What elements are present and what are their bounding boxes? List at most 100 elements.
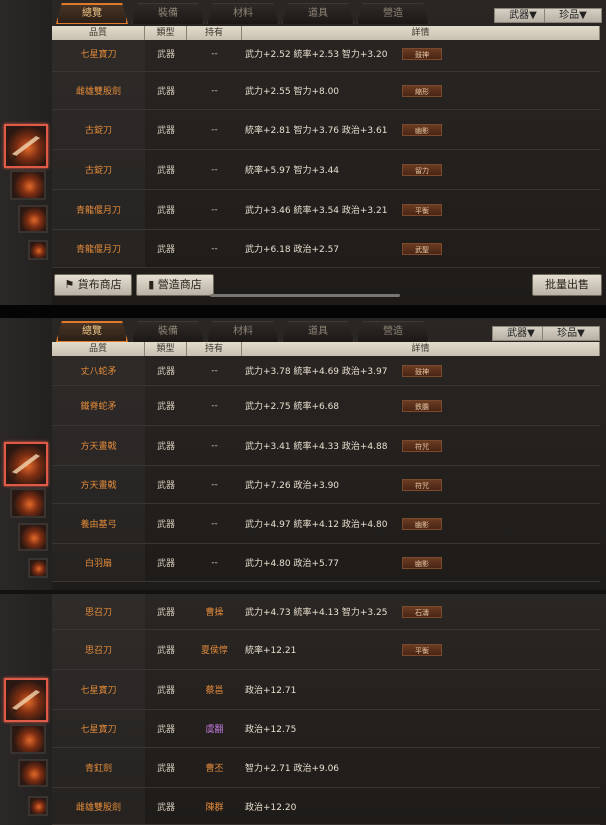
item-stats: 武力+2.52 統率+2.53 智力+3.20	[245, 50, 388, 60]
item-name: 古錠刀	[84, 126, 112, 136]
scrollbar[interactable]	[210, 294, 400, 297]
skill-badge: 鉄膽	[402, 399, 442, 412]
item-stats: 武力+3.78 統率+4.69 政治+3.97	[245, 367, 388, 377]
item-name: 思召刀	[84, 608, 112, 618]
weapon-thumbnail-icon[interactable]	[10, 170, 46, 200]
item-stats: 武力+2.55 智力+8.00	[245, 87, 340, 97]
tab-materials[interactable]: 材料	[207, 3, 279, 24]
item-type: 武器	[156, 520, 175, 530]
item-name: 雌雄雙股劍	[75, 87, 121, 97]
item-type: 武器	[156, 126, 175, 136]
item-type: 武器	[156, 764, 175, 774]
cloth-shop-button[interactable]: ⚑ 貨布商店	[54, 274, 132, 296]
rarity-filter-dropdown[interactable]: 珍品▼	[544, 8, 602, 23]
thumbnail-column	[0, 318, 52, 590]
item-type: 武器	[156, 206, 175, 216]
table-row[interactable]: 七星寶刀 武器 虞翻 政治+12.75	[52, 710, 600, 748]
table-row[interactable]: 雌雄雙股劍 武器 -- 武力+2.55 智力+8.00 縮形	[52, 72, 600, 110]
lantern-icon: ▮	[148, 278, 158, 291]
weapon-thumbnail-icon[interactable]	[18, 759, 48, 787]
table-row[interactable]: 白羽扇 武器 -- 武力+4.80 政治+5.77 幽影	[52, 544, 600, 582]
tab-items[interactable]: 道具	[282, 3, 354, 24]
tab-items[interactable]: 道具	[282, 321, 354, 342]
weapon-thumbnail-icon[interactable]	[18, 523, 48, 551]
item-name: 思召刀	[84, 646, 112, 656]
table-row[interactable]: 七星寶刀 武器 蔡邕 政治+12.71	[52, 670, 600, 710]
skill-badge: 符咒	[402, 478, 442, 491]
inventory-panel-2: 總覽 裝備 材料 道具 營造 武器▼ 珍品▼ 品質 類型 持有 詳情 丈八蛇矛 …	[0, 318, 606, 590]
table-row[interactable]: 思召刀 武器 夏侯惇 統率+12.21 平衡	[52, 630, 600, 670]
skill-badge: 鼓神	[402, 364, 442, 377]
item-stats: 武力+3.46 統率+3.54 政治+3.21	[245, 206, 388, 216]
skill-badge: 幽影	[402, 123, 442, 136]
item-name: 方天畫戟	[80, 442, 117, 452]
construction-shop-button[interactable]: ▮ 營造商店	[136, 274, 214, 296]
weapon-thumbnail-icon[interactable]	[4, 442, 48, 486]
weapon-thumbnail-icon[interactable]	[18, 205, 48, 233]
table-row[interactable]: 思召刀 武器 曹操 武力+4.73 統率+4.13 智力+3.25 石濤	[52, 594, 600, 630]
skill-badge: 縮形	[402, 84, 442, 97]
rarity-filter-dropdown[interactable]: 珍品▼	[542, 326, 600, 341]
tab-equipment[interactable]: 裝備	[132, 3, 204, 24]
tab-materials[interactable]: 材料	[207, 321, 279, 342]
item-owner: --	[211, 124, 218, 135]
weapon-thumbnail-icon[interactable]	[10, 724, 46, 754]
tab-construction[interactable]: 營造	[357, 321, 429, 342]
item-stats: 政治+12.20	[245, 802, 297, 813]
item-owner: 虞翻	[205, 725, 224, 735]
divider	[0, 305, 606, 318]
item-stats: 智力+2.71 政治+9.06	[245, 764, 340, 774]
weapon-thumbnail-icon[interactable]	[28, 796, 48, 816]
item-owner: --	[211, 365, 218, 376]
tab-equipment[interactable]: 裝備	[132, 321, 204, 342]
item-name: 青龍偃月刀	[75, 206, 121, 216]
item-owner: --	[211, 557, 218, 568]
thumbnail-column	[0, 0, 52, 305]
skill-badge: 石濤	[402, 605, 442, 618]
table-row[interactable]: 養由基弓 武器 -- 武力+4.97 統率+4.12 政治+4.80 幽影	[52, 504, 600, 544]
skill-badge: 鼓神	[402, 47, 442, 60]
item-stats: 武力+2.75 統率+6.68	[245, 402, 340, 412]
tab-overview[interactable]: 總覽	[56, 321, 128, 342]
col-owner[interactable]: 持有	[187, 342, 242, 356]
table-row[interactable]: 青釭劍 武器 曹丕 智力+2.71 政治+9.06	[52, 748, 600, 788]
item-type: 武器	[156, 367, 175, 377]
item-name: 七星寶刀	[80, 725, 117, 735]
item-stats: 武力+4.97 統率+4.12 政治+4.80	[245, 520, 388, 530]
weapon-thumbnail-icon[interactable]	[28, 240, 48, 260]
col-type[interactable]: 類型	[145, 342, 187, 356]
skill-badge: 符咒	[402, 439, 442, 452]
item-name: 七星寶刀	[80, 686, 117, 696]
bulk-sell-button[interactable]: 批量出售	[532, 274, 602, 296]
item-name: 七星寶刀	[80, 50, 117, 60]
item-name: 養由基弓	[80, 520, 117, 530]
item-stats: 武力+6.18 政治+2.57	[245, 245, 340, 255]
table-row[interactable]: 青龍偃月刀 武器 -- 武力+6.18 政治+2.57 武聖	[52, 230, 600, 268]
table-row[interactable]: 七星寶刀 武器 -- 武力+2.52 統率+2.53 智力+3.20 鼓神	[52, 36, 600, 72]
weapon-thumbnail-icon[interactable]	[28, 558, 48, 578]
weapon-thumbnail-icon[interactable]	[4, 678, 48, 722]
skill-badge: 平衡	[402, 203, 442, 216]
tab-construction[interactable]: 營造	[357, 3, 429, 24]
table-row[interactable]: 古錠刀 武器 -- 統率+2.81 智力+3.76 政治+3.61 幽影	[52, 110, 600, 150]
table-row[interactable]: 方天畫戟 武器 -- 武力+3.41 統率+4.33 政治+4.88 符咒	[52, 426, 600, 466]
table-row[interactable]: 丈八蛇矛 武器 -- 武力+3.78 統率+4.69 政治+3.97 鼓神	[52, 356, 600, 386]
weapon-thumbnail-icon[interactable]	[10, 488, 46, 518]
col-details[interactable]: 詳情	[242, 342, 600, 356]
skill-badge: 武聖	[402, 242, 442, 255]
item-type: 武器	[156, 166, 175, 176]
item-type: 武器	[156, 245, 175, 255]
table-row[interactable]: 青龍偃月刀 武器 -- 武力+3.46 統率+3.54 政治+3.21 平衡	[52, 190, 600, 230]
table-row[interactable]: 古錠刀 武器 -- 統率+5.97 智力+3.44 留力	[52, 150, 600, 190]
table-row[interactable]: 方天畫戟 武器 -- 武力+7.26 政治+3.90 符咒	[52, 466, 600, 504]
item-type: 武器	[156, 50, 175, 60]
col-quality[interactable]: 品質	[52, 342, 145, 356]
item-owner: --	[211, 48, 218, 59]
tab-overview[interactable]: 總覽	[56, 3, 128, 24]
table-row[interactable]: 鐵脊蛇矛 武器 -- 武力+2.75 統率+6.68 鉄膽	[52, 386, 600, 426]
item-stats: 武力+4.73 統率+4.13 智力+3.25	[245, 608, 388, 618]
thumbnail-column	[0, 594, 52, 825]
table-row[interactable]: 雌雄雙股劍 武器 陳群 政治+12.20	[52, 788, 600, 825]
weapon-thumbnail-icon[interactable]	[4, 124, 48, 168]
item-owner: 蔡邕	[205, 686, 224, 696]
